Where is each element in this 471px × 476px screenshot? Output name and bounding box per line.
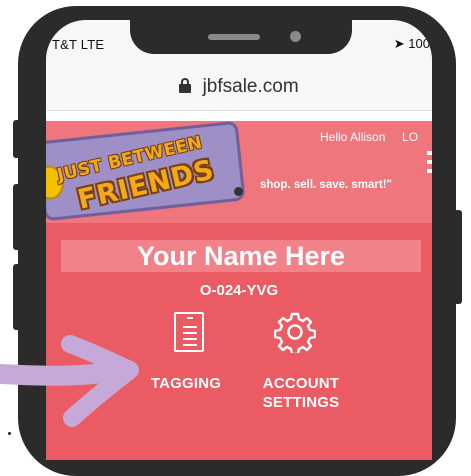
user-name: Your Name Here <box>136 241 346 271</box>
carrier-label: T&T LTE <box>52 37 105 52</box>
battery-status: ➤ 100 <box>394 36 430 52</box>
site-header: JUST BETWEEN FRIENDS Hello Allison LO sh… <box>46 120 432 223</box>
phone-notch <box>130 20 352 54</box>
tagging-label[interactable]: TAGGING <box>151 375 221 392</box>
status-bar: T&T LTE ➤ 100 <box>46 20 432 66</box>
small-dot-marker <box>8 432 11 435</box>
account-settings-link[interactable]: ACCOUNT SETTINGS <box>246 374 356 412</box>
lock-icon <box>179 78 192 93</box>
url-text[interactable]: jbfsale.com <box>203 76 299 97</box>
account-settings-label-line1[interactable]: ACCOUNT <box>263 375 339 392</box>
user-name-banner: Your Name Here <box>61 240 421 272</box>
site-tagline: shop. sell. save. smart!" <box>260 179 393 191</box>
hamburger-menu-icon[interactable] <box>427 151 432 177</box>
login-link[interactable]: LO <box>402 130 418 144</box>
front-camera <box>290 31 301 42</box>
highlight-arrow <box>0 335 139 427</box>
tagging-link[interactable]: TAGGING <box>140 374 232 393</box>
battery-percent: 100 <box>408 36 430 51</box>
member-code: O-024-YVG <box>199 282 279 299</box>
site-logo[interactable]: JUST BETWEEN FRIENDS <box>46 120 246 222</box>
clipboard-icon[interactable] <box>174 312 204 352</box>
page-top-gap <box>46 111 432 121</box>
location-arrow-icon: ➤ <box>393 36 405 51</box>
account-settings-label-line2[interactable]: SETTINGS <box>263 394 340 411</box>
speaker-grille <box>208 34 260 40</box>
greeting-label: Hello Allison <box>320 130 386 144</box>
gear-icon[interactable] <box>274 311 316 353</box>
logo-tag-hole <box>234 187 243 196</box>
address-bar[interactable]: jbfsale.com <box>46 66 432 111</box>
greeting-text: Hello Allison LO <box>320 130 418 144</box>
